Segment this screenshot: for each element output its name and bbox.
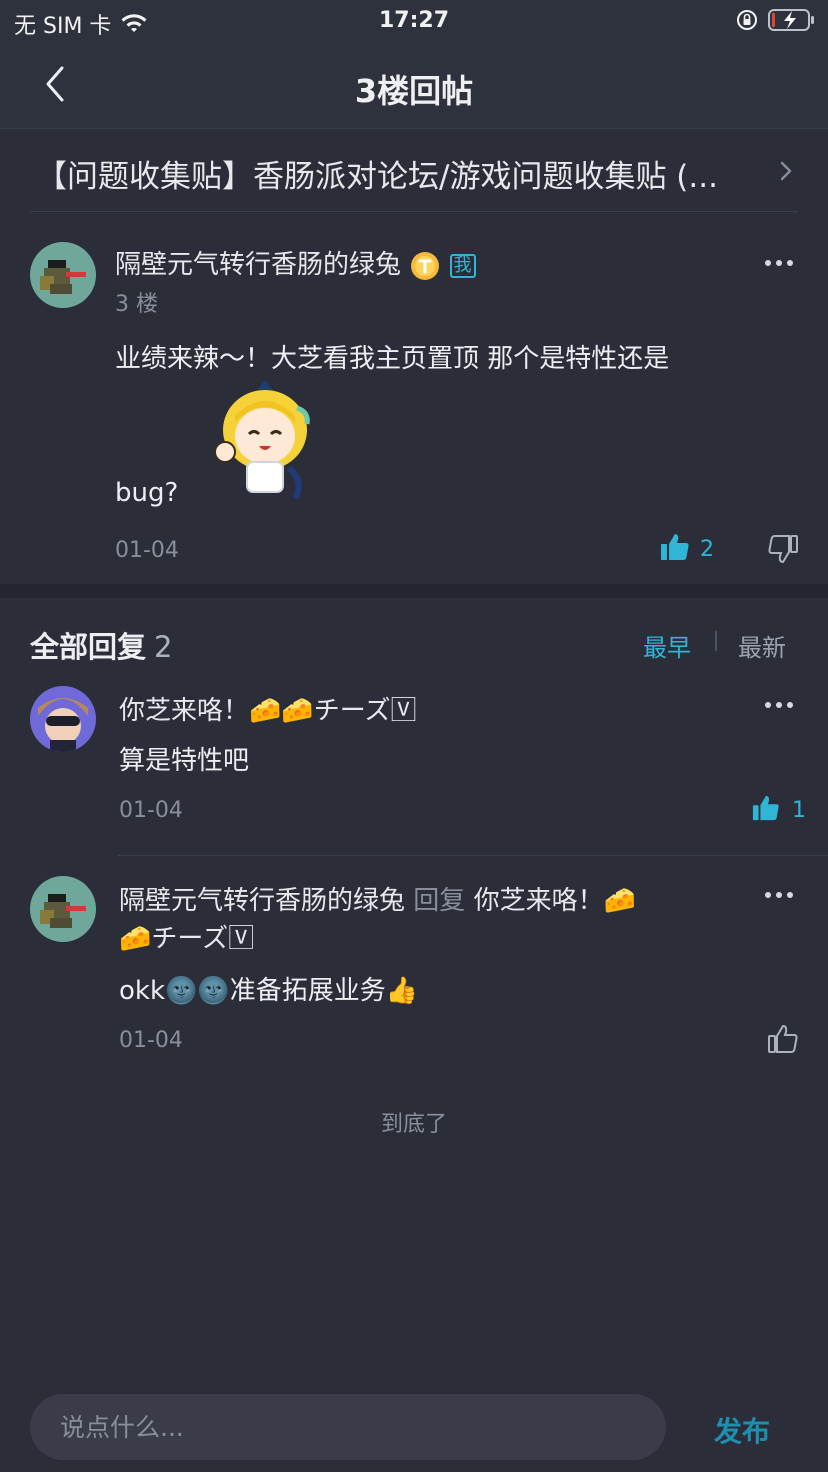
reply-header-line1: 隔壁元气转行香肠的绿兔 回复 你芝来咯！🧀 xyxy=(119,880,636,917)
reply-target-line2[interactable]: 🧀チーズ🅅 xyxy=(119,918,254,955)
reply-like-count: 1 xyxy=(792,798,806,823)
avatar-image xyxy=(30,242,96,308)
battery-charging-icon xyxy=(768,9,814,31)
post-author-name: 隔壁元气转行香肠的绿兔 xyxy=(115,250,402,280)
post-content-line1: 业绩来辣～！大芝看我主页置顶 那个是特性还是 xyxy=(115,344,670,374)
divider xyxy=(118,855,828,856)
replies-header: 全部回复 2 xyxy=(30,624,172,666)
more-icon[interactable] xyxy=(764,700,794,710)
reply-author[interactable]: 你芝来咯！🧀🧀チーズ🅅 xyxy=(119,690,416,727)
more-icon[interactable] xyxy=(764,258,794,268)
reply-author[interactable]: 隔壁元气转行香肠的绿兔 xyxy=(119,886,405,916)
sort-newest-tab[interactable]: 最新 xyxy=(738,628,786,663)
comment-input[interactable] xyxy=(30,1394,666,1460)
thread-title: 【问题收集贴】香肠派对论坛/游戏问题收集贴 (... xyxy=(36,159,718,195)
nav-bar: 3楼回帖 xyxy=(0,44,828,129)
thumb-up-icon[interactable] xyxy=(768,1024,798,1054)
anime-sticker-image xyxy=(214,380,310,500)
post-author[interactable]: 隔壁元气转行香肠的绿兔 我 xyxy=(115,244,476,282)
coin-badge-icon xyxy=(411,251,440,280)
section-separator xyxy=(0,584,828,598)
post-like-count: 2 xyxy=(700,537,714,562)
publish-button[interactable]: 发布 xyxy=(714,1410,770,1450)
orientation-lock-icon xyxy=(737,10,757,30)
replies-title: 全部回复 xyxy=(30,630,147,664)
avatar-image xyxy=(30,876,96,942)
page-title: 3楼回帖 xyxy=(354,72,474,110)
thumb-up-filled-icon[interactable] xyxy=(752,794,780,822)
reply-target[interactable]: 你芝来咯！🧀 xyxy=(474,886,636,916)
sort-earliest-tab[interactable]: 最早 xyxy=(643,628,691,663)
more-icon[interactable] xyxy=(764,890,794,900)
status-right xyxy=(736,8,816,32)
me-badge: 我 xyxy=(449,253,476,278)
sort-divider xyxy=(715,631,717,651)
avatar[interactable] xyxy=(30,876,96,942)
reply-date: 01-04 xyxy=(119,798,183,823)
post-content-line2: bug? xyxy=(115,478,179,508)
status-bar: 无 SIM 卡 17:27 xyxy=(0,0,828,44)
reply-date: 01-04 xyxy=(119,1028,183,1053)
clock: 17:27 xyxy=(378,8,450,33)
floor-label: 3 楼 xyxy=(115,292,158,317)
main-post: 隔壁元气转行香肠的绿兔 我 3 楼 业绩来辣～！大芝看我主页置顶 那个是特性还是… xyxy=(0,212,828,584)
thumb-up-filled-icon[interactable] xyxy=(660,532,690,562)
thread-link[interactable]: 【问题收集贴】香肠派对论坛/游戏问题收集贴 (... xyxy=(0,129,828,211)
avatar[interactable] xyxy=(30,242,96,308)
avatar-image xyxy=(30,686,96,752)
replies-count: 2 xyxy=(154,630,173,664)
post-date: 01-04 xyxy=(115,538,179,563)
end-of-list-text: 到底了 xyxy=(380,1112,447,1137)
reply-text: 算是特性吧 xyxy=(119,746,250,776)
chevron-right-icon xyxy=(780,161,792,181)
reply-text: okk🌚🌚准备拓展业务👍 xyxy=(119,976,419,1006)
reply-keyword: 回复 xyxy=(413,886,466,916)
thumb-down-icon[interactable] xyxy=(768,534,798,564)
replies-section: 全部回复 2 最早 最新 你芝来咯！🧀🧀チーズ🅅 算是特性吧 01-04 1 隔… xyxy=(0,598,828,1076)
avatar[interactable] xyxy=(30,686,96,752)
